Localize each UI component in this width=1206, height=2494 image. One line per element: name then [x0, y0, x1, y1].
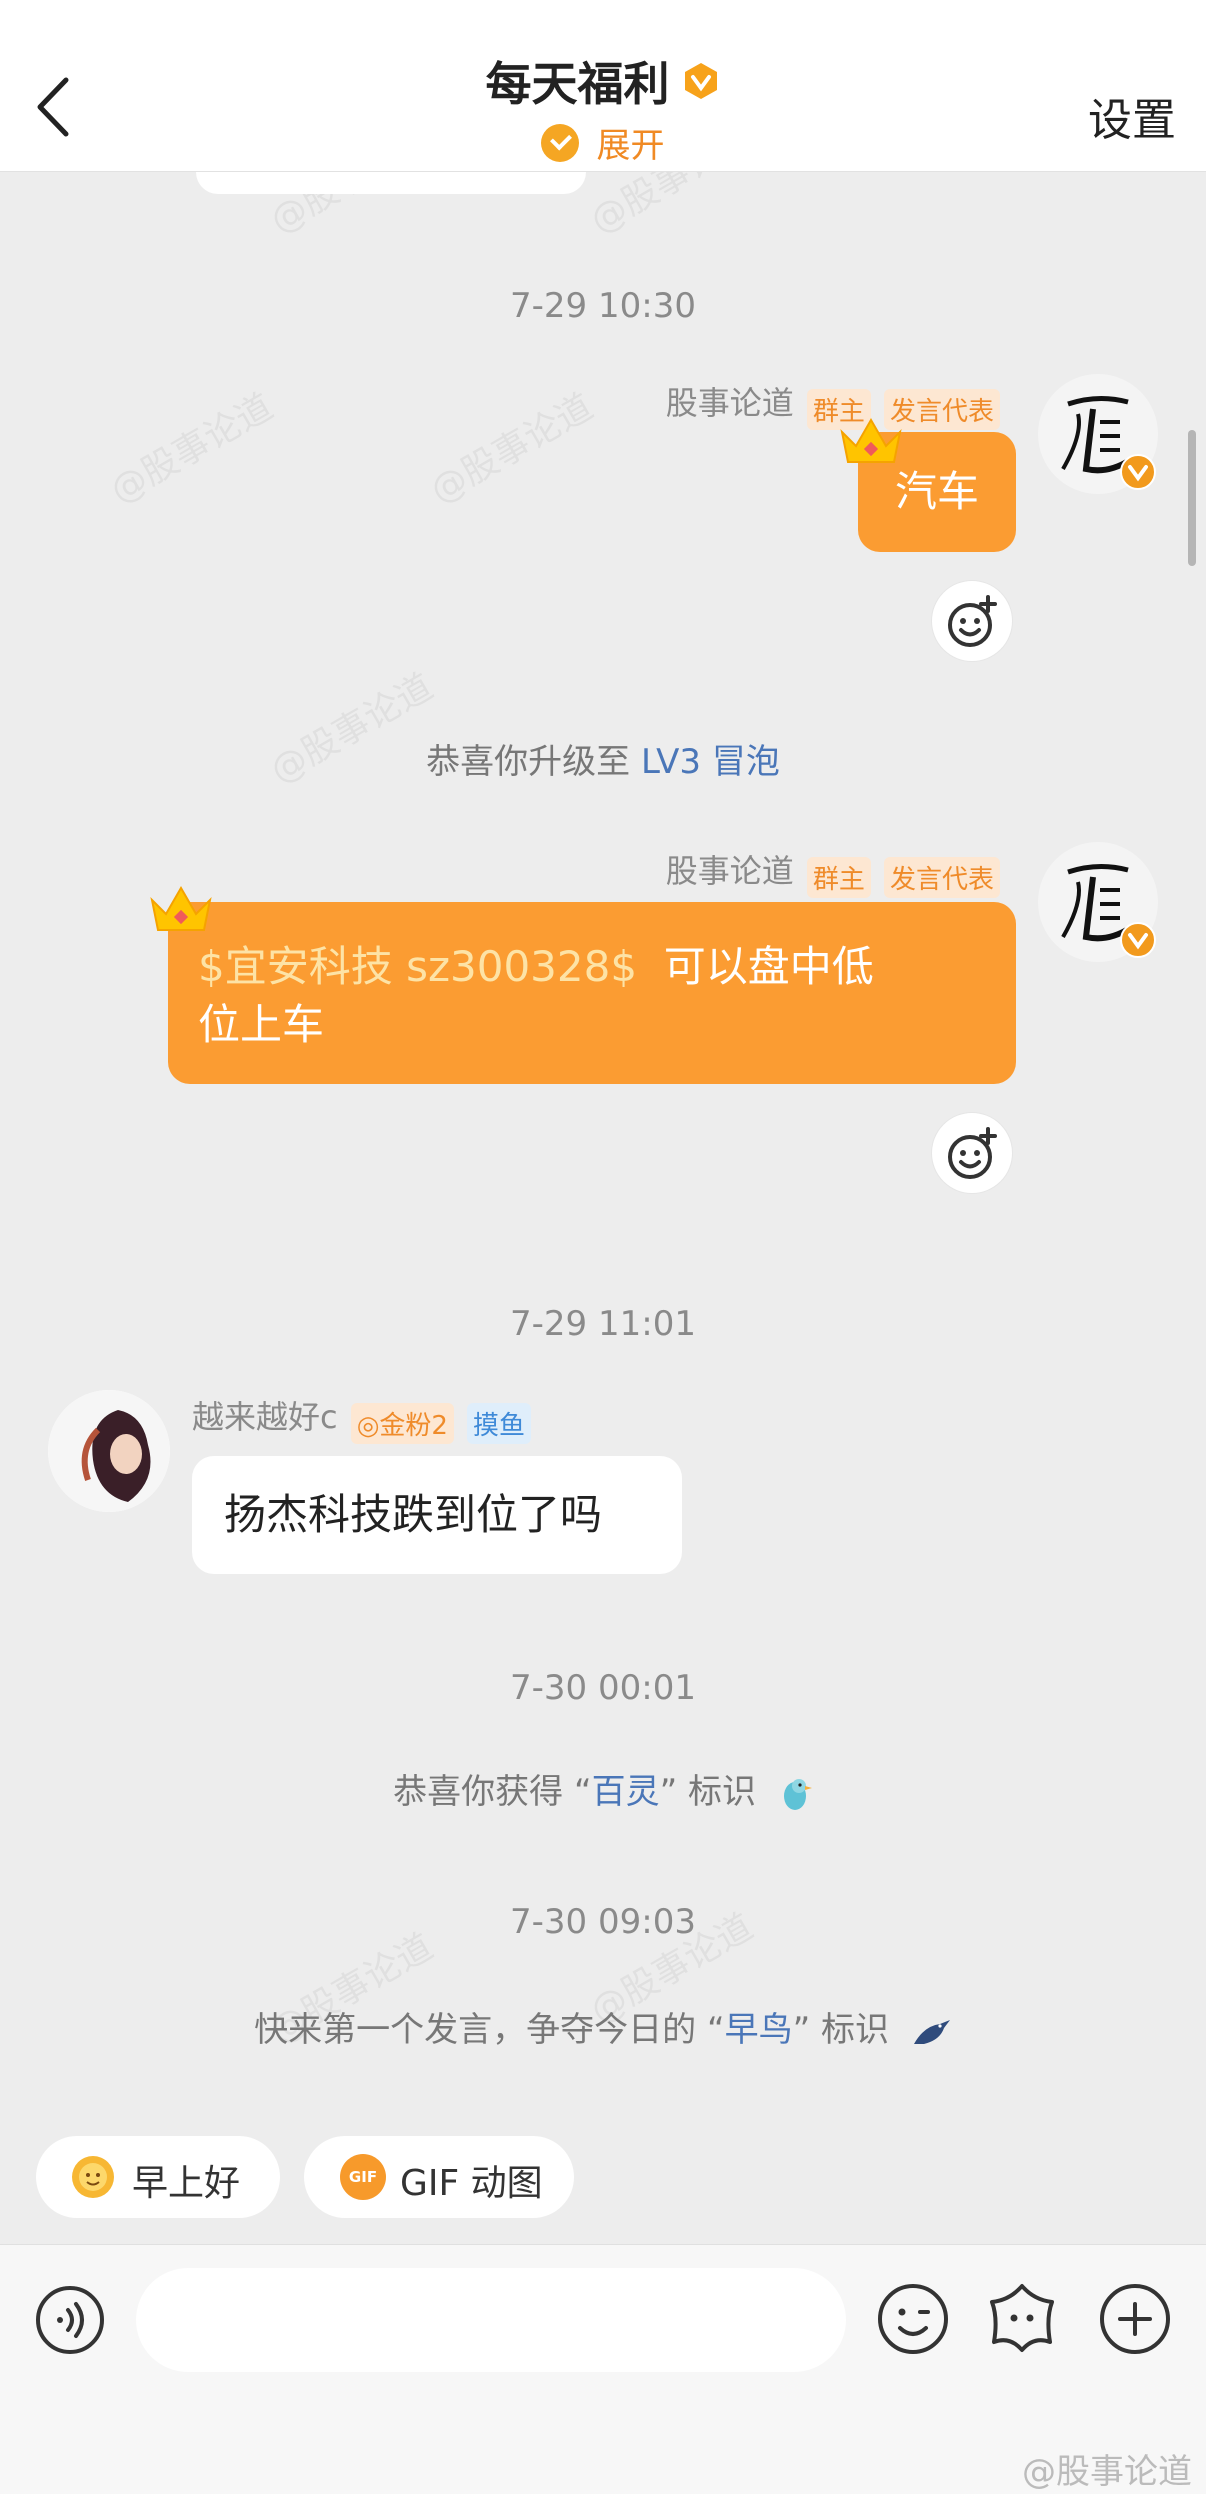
check-icon — [541, 123, 580, 162]
sender-line: 越来越好c ◎金粉2 摸鱼 — [192, 1392, 532, 1444]
chat-header: 每天福利 展开 设置 — [0, 0, 1206, 172]
message-bubble[interactable]: 扬杰科技跌到位了吗 — [192, 1456, 682, 1574]
gif-icon: GIF — [340, 2154, 386, 2200]
quick-reply-chip[interactable]: 早上好 — [36, 2136, 280, 2218]
message-text: 位上车 — [198, 1000, 325, 1049]
watermark: @股事论道 — [423, 386, 600, 512]
badge-link[interactable]: 百灵 — [592, 1772, 660, 1812]
timestamp: 7-30 00:01 — [510, 1668, 696, 1708]
watermark: @股事论道 — [103, 386, 280, 512]
system-notice: 恭喜你升级至 LV3 冒泡 — [0, 734, 1206, 783]
quick-reply-label: 早上好 — [132, 2163, 241, 2204]
plus-icon[interactable] — [1098, 2282, 1172, 2356]
crown-icon — [150, 885, 212, 931]
notice-text: ” 标识 — [792, 2010, 890, 2050]
sender-name: 股事论道 — [665, 852, 794, 890]
scrollbar[interactable] — [1188, 430, 1196, 566]
system-notice: 恭喜你获得 “百灵” 标识 — [0, 1764, 1206, 1814]
weibo-watermark: @股事论道 — [1022, 2452, 1192, 2492]
avatar[interactable] — [48, 1390, 170, 1512]
sender-line: 股事论道 群主 发言代表 — [666, 846, 1000, 898]
user-avatar-icon — [48, 1390, 170, 1512]
owner-tag: 群主 — [806, 857, 871, 898]
settings-button[interactable]: 设置 — [1088, 84, 1176, 148]
notice-text: 快来第一个发言，争夺今日的 “ — [254, 2010, 725, 2050]
sun-emoji-icon — [72, 2156, 114, 2198]
verified-badge-icon — [684, 63, 717, 99]
add-reaction-button[interactable] — [931, 1112, 1013, 1194]
expand-label: 展开 — [596, 126, 665, 166]
timestamp: 7-30 09:03 — [510, 1902, 696, 1942]
verified-badge-icon — [1120, 454, 1156, 490]
early-bird-icon — [913, 2019, 950, 2044]
expand-toggle[interactable]: 展开 — [0, 118, 1206, 167]
fan-level-label: 金粉2 — [379, 1411, 448, 1441]
notice-text: 恭喜你获得 “ — [393, 1772, 592, 1812]
group-title: 每天福利 — [485, 57, 670, 111]
sticker-icon[interactable] — [984, 2280, 1060, 2356]
notice-text: 恭喜你升级至 — [426, 742, 631, 782]
lark-bird-icon — [783, 1778, 812, 1810]
timestamp: 7-29 11:01 — [510, 1304, 696, 1344]
stock-link[interactable]: $宜安科技 sz300328$ — [198, 942, 637, 991]
system-notice: 快来第一个发言，争夺今日的 “早鸟” 标识 — [0, 2002, 1206, 2051]
fish-tag: 摸鱼 — [467, 1403, 532, 1444]
quick-reply-chip[interactable]: GIF GIF 动图 — [304, 2136, 574, 2218]
emoji-icon[interactable] — [876, 2282, 950, 2356]
sender-line: 股事论道 群主 发言代表 — [666, 378, 1000, 430]
sender-name: 越来越好c — [192, 1398, 338, 1436]
representative-tag: 发言代表 — [883, 857, 1000, 898]
emoji-add-icon — [948, 595, 997, 647]
badge-link[interactable]: 早鸟 — [725, 2010, 793, 2050]
message-bubble[interactable]: $宜安科技 sz300328$ 可以盘中低 位上车 — [168, 902, 1016, 1084]
emoji-add-icon — [948, 1127, 997, 1179]
add-reaction-button[interactable] — [931, 580, 1013, 662]
message-input[interactable] — [136, 2268, 846, 2372]
group-title-row: 每天福利 — [0, 48, 1206, 114]
sender-name: 股事论道 — [665, 384, 794, 422]
notice-text: ” 标识 — [659, 1772, 757, 1812]
timestamp: 7-29 10:30 — [510, 286, 696, 326]
voice-icon[interactable] — [34, 2284, 106, 2356]
quick-reply-label: GIF 动图 — [400, 2163, 543, 2204]
verified-badge-icon — [1120, 922, 1156, 958]
crown-icon — [840, 417, 902, 463]
message-text: 可以盘中低 — [663, 942, 874, 991]
fan-level-tag: ◎金粉2 — [350, 1403, 454, 1444]
level-link[interactable]: LV3 冒泡 — [641, 742, 780, 782]
